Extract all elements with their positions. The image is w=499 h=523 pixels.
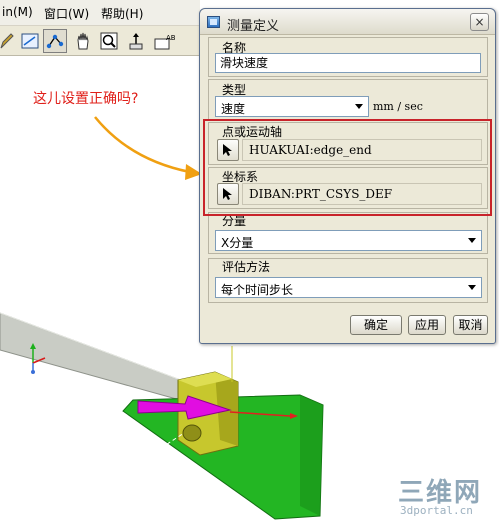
menu-help[interactable]: 帮助(H) — [101, 5, 143, 22]
ok-button[interactable]: 确定 — [350, 315, 402, 335]
svg-text:AB: AB — [166, 34, 175, 42]
name-input[interactable]: 滑块速度 — [215, 53, 481, 73]
window-icon — [207, 16, 220, 28]
cancel-button[interactable]: 取消 — [453, 315, 488, 335]
menubar: in(M) 窗口(W) 帮助(H) — [0, 0, 200, 26]
beam-link — [0, 312, 187, 401]
type-dropdown[interactable]: 速度 — [215, 96, 369, 117]
menu-window-partial[interactable]: in(M) — [2, 5, 33, 19]
pan-hand-icon[interactable] — [71, 29, 95, 53]
eval-method-dropdown-value: 每个时间步长 — [221, 283, 294, 297]
dialog-title: 测量定义 — [227, 19, 280, 34]
annotation-text: 这儿设置正确吗? — [33, 91, 139, 107]
apply-button[interactable]: 应用 — [408, 315, 446, 335]
zoom-icon[interactable] — [97, 29, 121, 53]
toolbar: AB — [0, 26, 200, 56]
type-dropdown-value: 速度 — [221, 102, 246, 116]
menu-window[interactable]: 窗口(W) — [44, 5, 89, 22]
watermark: 三维网 3dportal.cn — [398, 472, 494, 520]
close-button[interactable]: × — [470, 13, 489, 31]
node-select-icon[interactable] — [43, 29, 67, 53]
eval-method-label: 评估方法 — [222, 260, 271, 274]
pencil-icon[interactable] — [0, 29, 18, 53]
move-icon[interactable] — [124, 29, 148, 53]
view-icon[interactable] — [18, 29, 42, 53]
component-dropdown-value: X分量 — [221, 236, 254, 250]
dialog-titlebar[interactable]: 测量定义 × — [200, 9, 495, 35]
component-dropdown[interactable]: X分量 — [215, 230, 482, 251]
eval-method-dropdown[interactable]: 每个时间步长 — [215, 277, 482, 298]
highlight-box — [203, 119, 492, 216]
chevron-down-icon — [468, 285, 476, 290]
watermark-url: 3dportal.cn — [400, 504, 473, 517]
chevron-down-icon — [355, 104, 363, 109]
text-icon[interactable]: AB — [152, 29, 176, 53]
type-unit: mm / sec — [373, 100, 423, 113]
chevron-down-icon — [468, 238, 476, 243]
